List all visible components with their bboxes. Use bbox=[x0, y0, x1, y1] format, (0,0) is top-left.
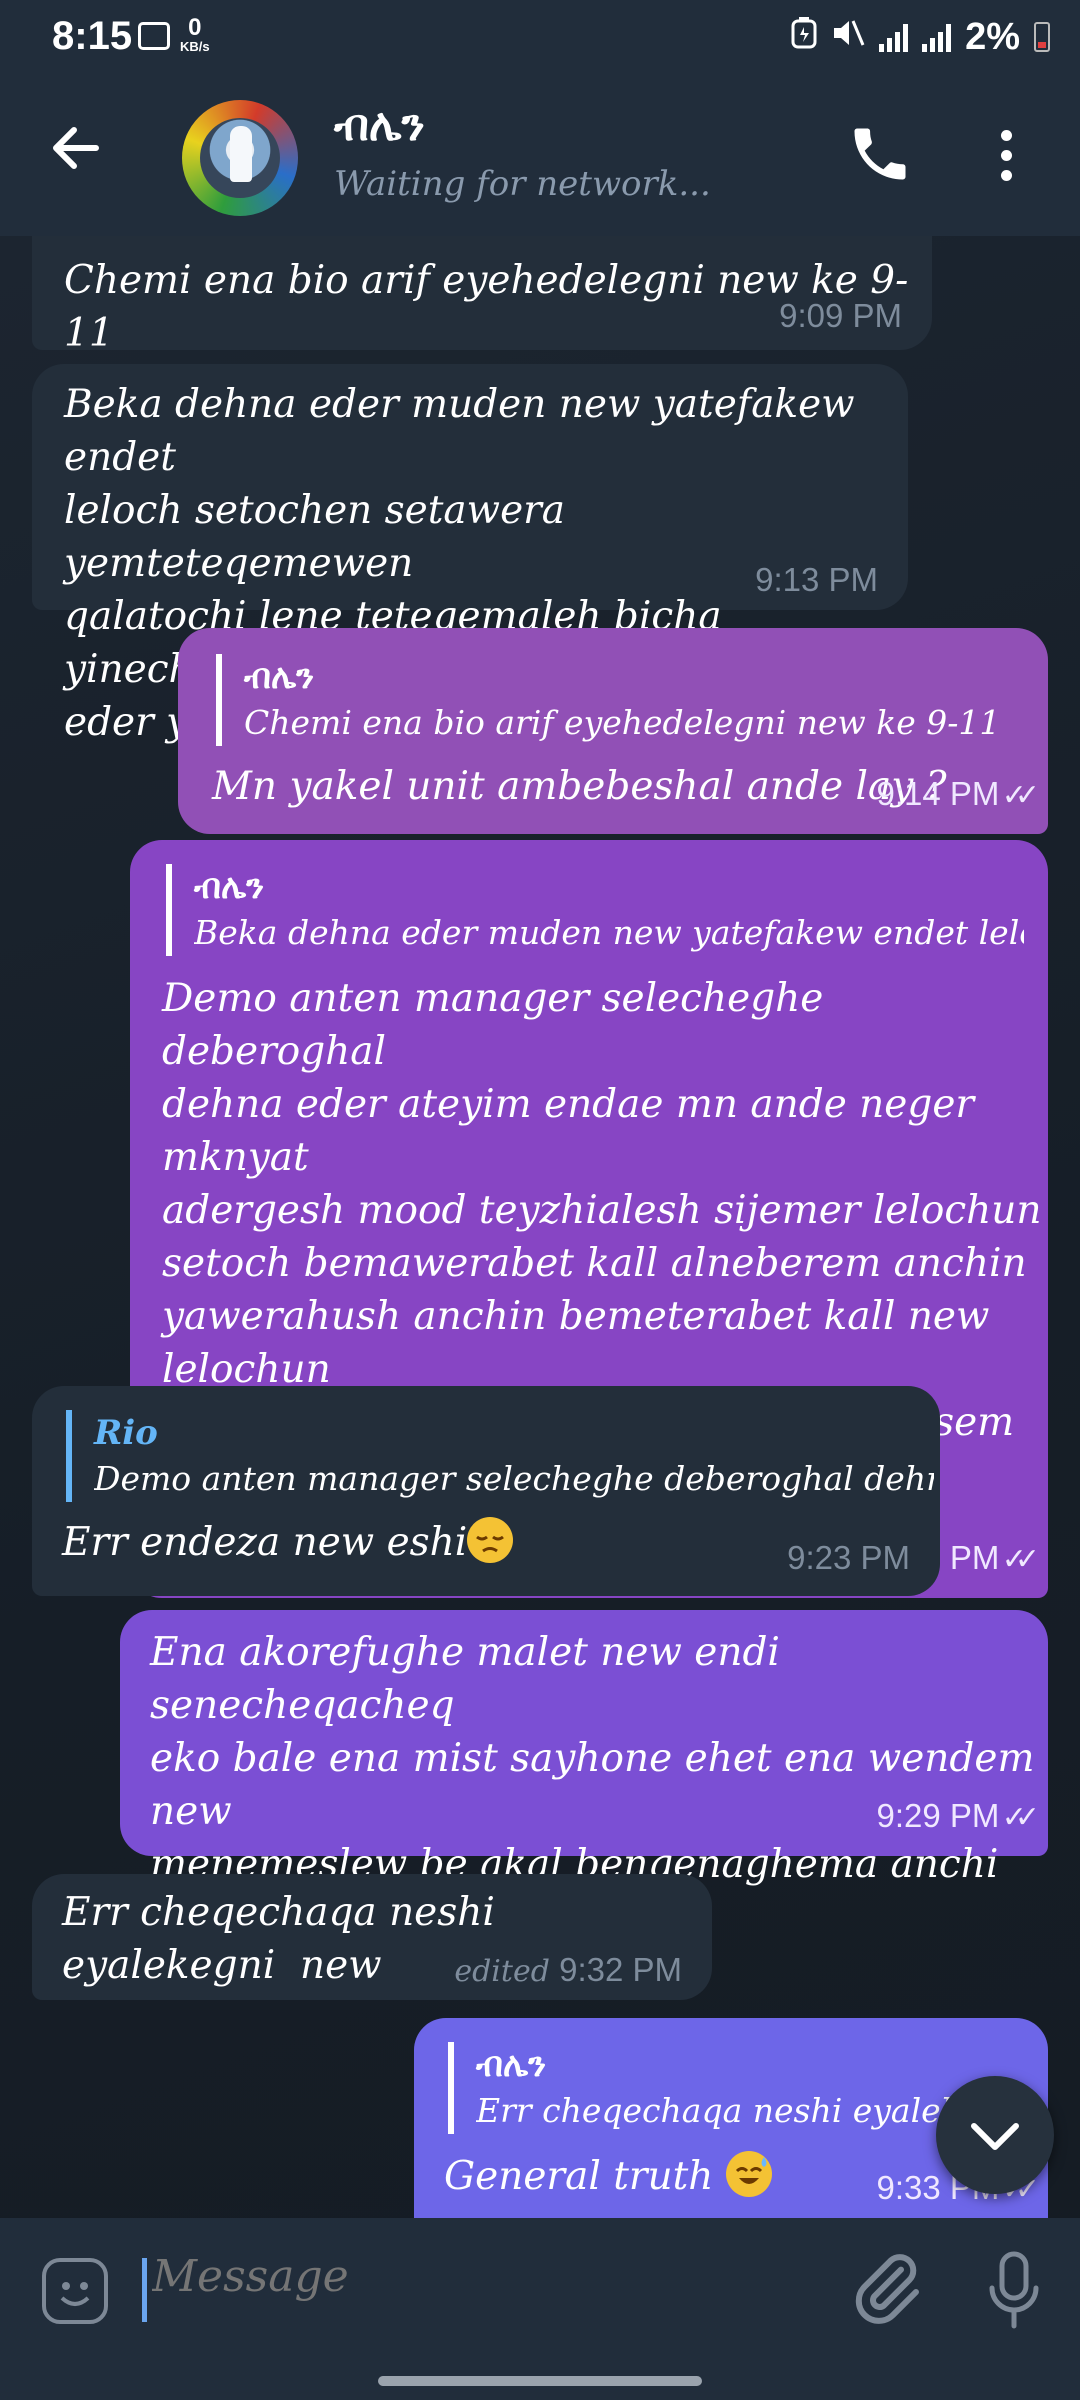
composer bbox=[0, 2218, 1080, 2358]
double-check-icon: ✓✓ bbox=[1002, 1543, 1040, 1576]
phone-icon[interactable] bbox=[846, 120, 914, 188]
edited-label: edited bbox=[454, 1954, 550, 1989]
chat-header: ብሌን Waiting for network... bbox=[0, 74, 1080, 236]
more-vertical-icon[interactable] bbox=[996, 130, 1016, 186]
signal-icon bbox=[879, 22, 909, 52]
reply-author: ብሌን bbox=[194, 867, 265, 907]
message-text: Mn yakel unit ambebeshal ande lay ? bbox=[212, 764, 947, 809]
chat-title[interactable]: ብሌን bbox=[334, 100, 425, 151]
double-check-icon: ✓✓ bbox=[1002, 779, 1040, 812]
message-outgoing[interactable]: Ena akorefughe malet new endi senecheqac… bbox=[120, 1610, 1048, 1993]
message-incoming[interactable]: Rio Demo anten manager selecheghe debero… bbox=[32, 1386, 940, 1596]
text-cursor bbox=[142, 2258, 147, 2322]
mic-icon[interactable] bbox=[982, 2248, 1046, 2332]
back-arrow-icon[interactable] bbox=[46, 118, 106, 178]
scroll-down-button[interactable] bbox=[936, 2076, 1054, 2194]
chevron-down-icon bbox=[971, 2123, 1019, 2150]
reply-author: ብሌን bbox=[244, 657, 315, 697]
sticker-icon[interactable] bbox=[42, 2258, 108, 2324]
status-bar: 8:15 0 KB/s 2% bbox=[0, 0, 1080, 74]
reply-text: Chemi ena bio arif eyehedelegni new ke 9… bbox=[244, 703, 1001, 742]
gallery-icon bbox=[138, 22, 170, 50]
battery-percent: 2% bbox=[965, 15, 1020, 58]
message-text: General truth bbox=[444, 2150, 772, 2203]
message-time: 9:14 PM ✓✓ bbox=[876, 775, 1040, 812]
status-time: 8:15 bbox=[52, 14, 133, 58]
message-time: 9:29 PM ✓✓ bbox=[876, 1797, 1040, 1834]
home-indicator[interactable] bbox=[378, 2376, 702, 2386]
chat-status: Waiting for network... bbox=[334, 164, 711, 204]
sweat-smile-emoji-icon bbox=[725, 2151, 772, 2197]
signal-icon bbox=[922, 22, 952, 52]
reply-quote[interactable]: ብሌን Chemi ena bio arif eyehedelegni new … bbox=[216, 654, 1000, 746]
reply-text: Demo anten manager selecheghe deberoghal… bbox=[94, 1459, 934, 1498]
status-icons: 2% bbox=[791, 12, 1050, 62]
message-input[interactable] bbox=[150, 2250, 754, 2303]
message-time: 9:09 PM bbox=[779, 297, 902, 334]
battery-icon bbox=[1034, 22, 1050, 52]
message-time: 9:13 PM bbox=[755, 561, 878, 598]
message-outgoing[interactable]: ብሌን Chemi ena bio arif eyehedelegni new … bbox=[178, 628, 1048, 834]
message-incoming[interactable]: Err cheqechaqa neshi eyalekegni new edit… bbox=[32, 1874, 712, 2000]
message-incoming[interactable]: Chemi ena bio arif eyehedelegni new ke 9… bbox=[32, 236, 932, 356]
message-time: edited 9:32 PM bbox=[454, 1951, 682, 1989]
message-text: Err endeza new eshi bbox=[62, 1516, 514, 1569]
pensive-emoji-icon bbox=[467, 1517, 514, 1563]
battery-saver-icon bbox=[791, 17, 817, 57]
attach-icon[interactable] bbox=[846, 2248, 926, 2328]
avatar[interactable] bbox=[182, 100, 298, 216]
double-check-icon: ✓✓ bbox=[1002, 1801, 1040, 1834]
system-nav-bar bbox=[0, 2358, 1080, 2400]
reply-quote[interactable]: ብሌን Beka dehna eder muden new yatefakew … bbox=[166, 864, 1024, 956]
message-list[interactable]: Chemi ena bio arif eyehedelegni new ke 9… bbox=[0, 236, 1080, 2218]
message-time: 9:23 PM bbox=[787, 1539, 910, 1576]
reply-text: Beka dehna eder muden new yatefakew ende… bbox=[194, 913, 1024, 952]
mute-icon bbox=[831, 17, 865, 57]
message-incoming[interactable]: Beka dehna eder muden new yatefakew ende… bbox=[32, 364, 908, 745]
network-speed: 0 KB/s bbox=[180, 14, 210, 54]
reply-author: Rio bbox=[94, 1413, 158, 1453]
reply-quote[interactable]: Rio Demo anten manager selecheghe debero… bbox=[66, 1410, 934, 1502]
